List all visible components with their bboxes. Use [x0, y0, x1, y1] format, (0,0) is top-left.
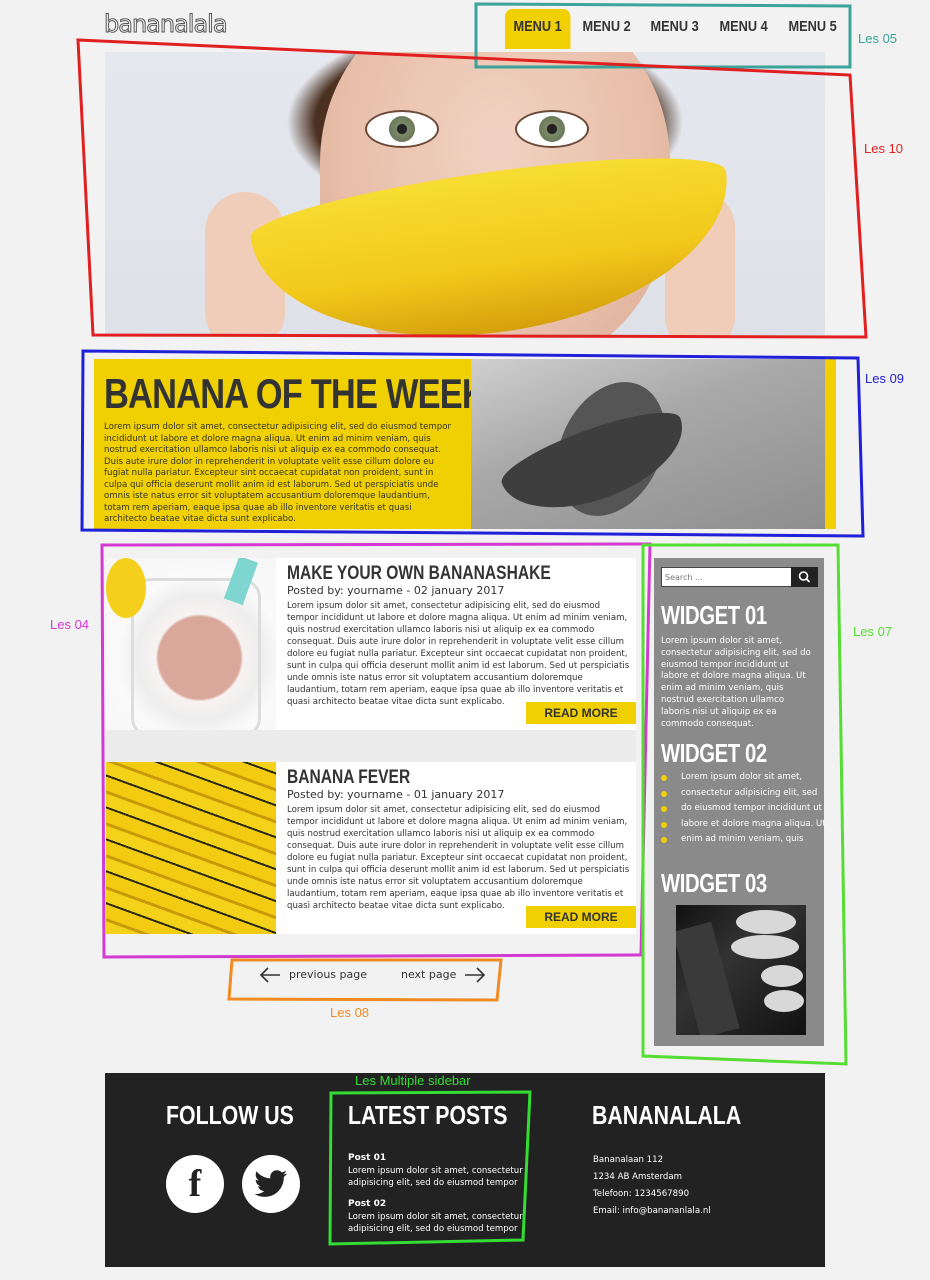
annotation-label-multiple-sidebar: Les Multiple sidebar [355, 1073, 471, 1088]
annotation-box-les10 [76, 38, 868, 339]
annotation-label-les09: Les 09 [865, 371, 905, 386]
annotation-label-les08: Les 08 [330, 1005, 370, 1020]
annotation-label-les04: Les 04 [50, 617, 90, 632]
annotation-box-les07 [641, 543, 848, 1066]
annotation-label-les05: Les 05 [858, 31, 898, 46]
annotation-label-les10: Les 10 [864, 141, 904, 156]
annotation-overlay [76, 2, 868, 1246]
annotation-label-les07: Les 07 [853, 624, 893, 639]
annotation-box-les08 [227, 958, 503, 1002]
annotation-box-multiple-sidebar [328, 1090, 532, 1246]
annotation-box-les05 [474, 2, 852, 69]
annotation-box-les09 [80, 349, 865, 538]
annotation-box-les04 [100, 542, 652, 959]
